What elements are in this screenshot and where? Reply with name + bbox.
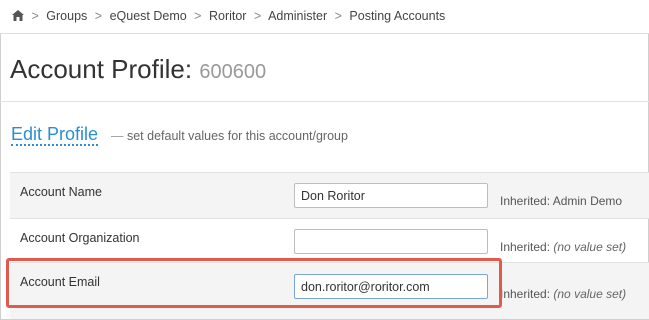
breadcrumb-separator: >: [334, 9, 342, 23]
account-id: 600600: [199, 61, 267, 83]
breadcrumb-separator: >: [253, 9, 262, 23]
inherited-note: (no value set): [553, 240, 627, 254]
inherited-prefix: Inherited:: [500, 194, 551, 208]
edit-profile-subtitle: — set default values for this account/gr…: [111, 129, 348, 143]
breadcrumb-groups[interactable]: Groups: [46, 9, 87, 23]
subtitle-text: set default values for this account/grou…: [126, 129, 348, 143]
account-organization-input[interactable]: [294, 229, 488, 254]
breadcrumb-roritor[interactable]: Roritor: [209, 9, 247, 23]
subtitle-dash: —: [111, 129, 124, 143]
page-title: Account Profile: 600600: [10, 54, 266, 85]
account-email-inherited: Inherited: (no value set): [500, 287, 626, 301]
account-name-input[interactable]: [294, 183, 488, 208]
inherited-prefix: Inherited:: [500, 287, 551, 301]
field-row-account-name: Account Name Inherited: Admin Demo: [10, 172, 649, 219]
edit-profile-link[interactable]: Edit Profile: [11, 124, 99, 146]
field-row-account-organization: Account Organization Inherited: (no valu…: [10, 218, 649, 263]
page-title-text: Account Profile:: [10, 54, 193, 84]
inherited-prefix: Inherited:: [500, 240, 551, 254]
breadcrumb-separator: >: [31, 9, 39, 23]
field-row-account-email: Account Email Inherited: (no value set): [10, 262, 649, 319]
account-name-inherited: Inherited: Admin Demo: [500, 194, 622, 208]
breadcrumb: > Groups > eQuest Demo > Roritor > Admin…: [12, 9, 445, 23]
account-name-label: Account Name: [20, 185, 102, 199]
breadcrumb-equest-demo[interactable]: eQuest Demo: [110, 9, 187, 23]
account-organization-inherited: Inherited: (no value set): [500, 240, 626, 254]
inherited-note: (no value set): [553, 287, 627, 301]
account-email-input[interactable]: [294, 274, 488, 299]
account-email-label: Account Email: [20, 275, 100, 289]
home-icon[interactable]: [12, 10, 24, 21]
breadcrumb-posting-accounts[interactable]: Posting Accounts: [349, 9, 445, 23]
inherited-value: Admin Demo: [552, 194, 623, 208]
breadcrumb-administer[interactable]: Administer: [268, 9, 327, 23]
account-organization-label: Account Organization: [20, 231, 140, 245]
breadcrumb-separator: >: [94, 9, 103, 23]
breadcrumb-separator: >: [194, 9, 202, 23]
divider: [0, 101, 649, 102]
breadcrumb-bar: > Groups > eQuest Demo > Roritor > Admin…: [0, 0, 649, 34]
